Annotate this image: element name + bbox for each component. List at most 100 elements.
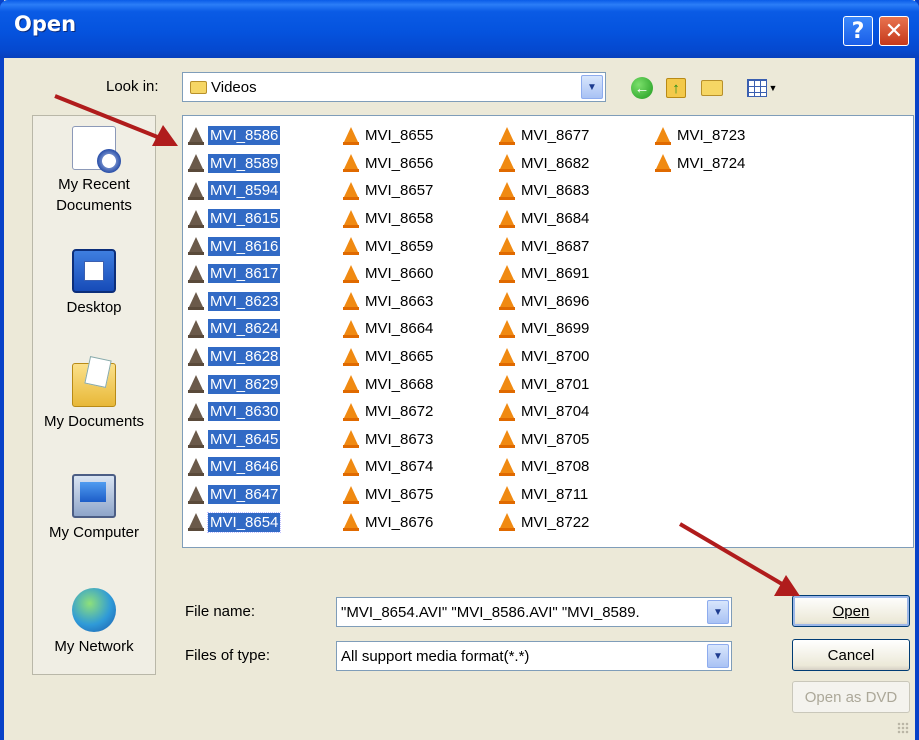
vlc-cone-icon xyxy=(499,264,515,283)
chevron-down-icon[interactable]: ▼ xyxy=(707,644,729,668)
file-item[interactable]: MVI_8615 xyxy=(188,205,281,233)
file-item[interactable]: MVI_8660 xyxy=(343,260,435,288)
vlc-cone-icon xyxy=(188,126,204,145)
help-button[interactable]: ? xyxy=(843,16,873,46)
file-item[interactable]: MVI_8589 xyxy=(188,150,281,178)
file-item[interactable]: MVI_8645 xyxy=(188,426,281,454)
file-list[interactable]: MVI_8586 MVI_8589 MVI_8594 MVI_8615 MVI_8616… xyxy=(182,115,914,548)
file-item[interactable]: MVI_8586 xyxy=(188,122,281,150)
file-item[interactable]: MVI_8665 xyxy=(343,343,435,371)
file-name: MVI_8665 xyxy=(365,348,434,366)
view-menu-button[interactable]: ▼ xyxy=(742,76,782,100)
file-item[interactable]: MVI_8630 xyxy=(188,398,281,426)
file-item[interactable]: MVI_8655 xyxy=(343,122,435,150)
file-name: MVI_8657 xyxy=(365,182,434,200)
look-in-value: Videos xyxy=(211,78,257,96)
file-item[interactable]: MVI_8699 xyxy=(499,315,591,343)
file-item[interactable]: MVI_8711 xyxy=(499,481,591,509)
place-desktop[interactable]: Desktop xyxy=(33,249,155,318)
place-my-network[interactable]: My Network xyxy=(33,588,155,657)
file-item[interactable]: MVI_8658 xyxy=(343,205,435,233)
open-dialog: Open ? ✕ Look in: Videos ▼ ← ↑ ▼ My Rece… xyxy=(0,0,919,740)
vlc-cone-icon xyxy=(499,402,515,421)
file-item[interactable]: MVI_8687 xyxy=(499,232,591,260)
file-item[interactable]: MVI_8704 xyxy=(499,398,591,426)
resize-grip[interactable] xyxy=(897,722,909,734)
up-folder-button[interactable]: ↑ xyxy=(664,76,688,100)
file-item[interactable]: MVI_8674 xyxy=(343,453,435,481)
vlc-cone-icon xyxy=(499,181,515,200)
file-name: MVI_8668 xyxy=(365,375,434,393)
file-item[interactable]: MVI_8629 xyxy=(188,370,281,398)
file-item[interactable]: MVI_8691 xyxy=(499,260,591,288)
file-item[interactable]: MVI_8668 xyxy=(343,370,435,398)
file-item[interactable]: MVI_8664 xyxy=(343,315,435,343)
file-item[interactable]: MVI_8657 xyxy=(343,177,435,205)
places-bar: My Recent Documents Desktop My Documents… xyxy=(32,115,156,675)
desktop-icon xyxy=(72,249,116,293)
cancel-button[interactable]: Cancel xyxy=(792,639,910,671)
file-item[interactable]: MVI_8594 xyxy=(188,177,281,205)
file-item[interactable]: MVI_8647 xyxy=(188,481,281,509)
file-item[interactable]: MVI_8623 xyxy=(188,288,281,316)
file-item[interactable]: MVI_8676 xyxy=(343,508,435,536)
place-my-recent-documents[interactable]: My Recent Documents xyxy=(33,126,155,216)
recent-documents-icon xyxy=(72,126,121,173)
file-item[interactable]: MVI_8656 xyxy=(343,150,435,178)
file-item[interactable]: MVI_8683 xyxy=(499,177,591,205)
file-item[interactable]: MVI_8675 xyxy=(343,481,435,509)
file-item[interactable]: MVI_8628 xyxy=(188,343,281,371)
place-my-documents[interactable]: My Documents xyxy=(33,363,155,432)
file-item[interactable]: MVI_8672 xyxy=(343,398,435,426)
file-name: MVI_8628 xyxy=(208,347,281,367)
file-item[interactable]: MVI_8654 xyxy=(188,508,282,536)
vlc-cone-icon xyxy=(188,457,204,476)
chevron-down-icon[interactable]: ▼ xyxy=(581,75,603,99)
vlc-cone-icon xyxy=(343,457,359,476)
vlc-cone-icon xyxy=(188,154,204,173)
file-item[interactable]: MVI_8677 xyxy=(499,122,591,150)
file-name: MVI_8630 xyxy=(208,402,281,422)
title-bar[interactable]: Open ? ✕ xyxy=(0,0,919,58)
file-column: MVI_8723 MVI_8724 xyxy=(655,122,747,177)
vlc-cone-icon xyxy=(343,181,359,200)
vlc-cone-icon xyxy=(343,513,359,532)
file-item[interactable]: MVI_8722 xyxy=(499,508,591,536)
vlc-cone-icon xyxy=(188,264,204,283)
new-folder-button[interactable] xyxy=(700,76,724,100)
vlc-cone-icon xyxy=(188,375,204,394)
file-item[interactable]: MVI_8723 xyxy=(655,122,747,150)
close-button[interactable]: ✕ xyxy=(879,16,909,46)
file-type-dropdown[interactable]: All support media format(*.*) ▼ xyxy=(336,641,732,671)
file-item[interactable]: MVI_8700 xyxy=(499,343,591,371)
chevron-down-icon[interactable]: ▼ xyxy=(707,600,729,624)
file-item[interactable]: MVI_8617 xyxy=(188,260,281,288)
open-as-dvd-button[interactable]: Open as DVD xyxy=(792,681,910,713)
file-item[interactable]: MVI_8646 xyxy=(188,453,281,481)
back-button[interactable]: ← xyxy=(630,76,654,100)
file-item[interactable]: MVI_8673 xyxy=(343,426,435,454)
file-item[interactable]: MVI_8696 xyxy=(499,288,591,316)
file-item[interactable]: MVI_8663 xyxy=(343,288,435,316)
vlc-cone-icon xyxy=(499,209,515,228)
file-item[interactable]: MVI_8708 xyxy=(499,453,591,481)
file-item[interactable]: MVI_8684 xyxy=(499,205,591,233)
file-item[interactable]: MVI_8682 xyxy=(499,150,591,178)
vlc-cone-icon xyxy=(343,154,359,173)
file-item[interactable]: MVI_8724 xyxy=(655,150,747,178)
file-item[interactable]: MVI_8616 xyxy=(188,232,281,260)
file-item[interactable]: MVI_8624 xyxy=(188,315,281,343)
file-name: MVI_8672 xyxy=(365,403,434,421)
place-label: Desktop xyxy=(66,299,122,316)
file-name-input[interactable]: "MVI_8654.AVI" "MVI_8586.AVI" "MVI_8589.… xyxy=(336,597,732,627)
file-item[interactable]: MVI_8701 xyxy=(499,370,591,398)
file-item[interactable]: MVI_8659 xyxy=(343,232,435,260)
file-item[interactable]: MVI_8705 xyxy=(499,426,591,454)
file-name: MVI_8696 xyxy=(521,292,590,310)
vlc-cone-icon xyxy=(343,292,359,311)
file-name: MVI_8664 xyxy=(365,320,434,338)
open-button[interactable]: Open xyxy=(792,595,910,627)
place-my-computer[interactable]: My Computer xyxy=(33,474,155,543)
file-name: MVI_8616 xyxy=(208,236,281,256)
look-in-dropdown[interactable]: Videos ▼ xyxy=(182,72,606,102)
